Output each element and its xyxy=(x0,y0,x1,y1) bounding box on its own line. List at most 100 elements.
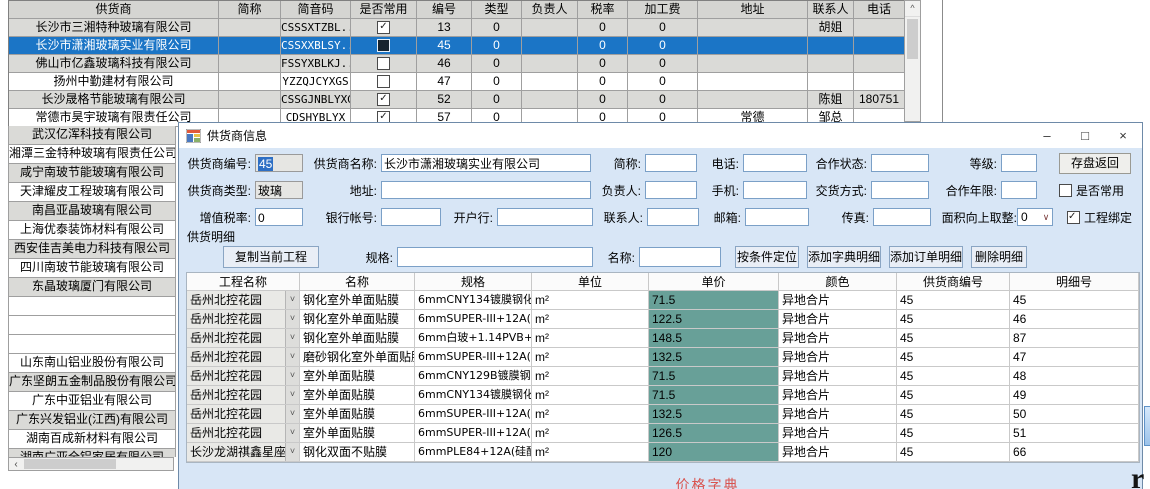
save-return-button[interactable]: 存盘返回 xyxy=(1059,153,1131,174)
list-item[interactable]: 湖南百成新材料有限公司 xyxy=(9,430,175,449)
project-combo-cell[interactable]: 岳州北控花园˅ xyxy=(187,291,300,310)
table-row[interactable]: 长沙市三湘特种玻璃有限公司CSSSXTZBL..13000胡姐 xyxy=(9,19,905,37)
grid-row[interactable]: 岳州北控花园˅室外单面贴膜6mmSUPER-III+12A(硅...m²132.… xyxy=(187,405,1139,424)
grid-row[interactable]: 岳州北控花园˅钢化室外单面贴膜6mmSUPER-III+12A(硅...m²12… xyxy=(187,310,1139,329)
list-item[interactable]: 天津耀皮工程玻璃有限公司 xyxy=(9,183,175,202)
project-combo-cell[interactable]: 岳州北控花园˅ xyxy=(187,329,300,348)
delete-detail-button[interactable]: 删除明细 xyxy=(971,246,1027,268)
minimize-button[interactable]: – xyxy=(1028,124,1066,148)
bank-account-field[interactable] xyxy=(381,208,441,226)
table-row[interactable]: 长沙晟格节能玻璃有限公司CSSGJNBLYXGS52000陈姐180751 xyxy=(9,91,905,109)
list-item[interactable]: 山东南山铝业股份有限公司 xyxy=(9,354,175,373)
table-row[interactable]: 扬州中勤建材有限公司YZZQJCYXGS47000 xyxy=(9,73,905,91)
project-bind-checkbox[interactable]: 工程绑定 xyxy=(1067,209,1132,226)
supplier-no-field[interactable]: 45 xyxy=(255,154,303,172)
short-name-field[interactable] xyxy=(645,154,697,172)
list-item[interactable]: 西安佳吉美电力科技有限公司 xyxy=(9,240,175,259)
list-item[interactable]: 四川南玻节能玻璃有限公司 xyxy=(9,259,175,278)
list-item[interactable]: 湘潭三金特种玻璃有限责任公司 xyxy=(9,145,175,164)
manager-field[interactable] xyxy=(645,181,697,199)
common-checkbox-cell[interactable] xyxy=(351,19,417,37)
scrollbar-thumb[interactable] xyxy=(907,19,918,59)
list-item[interactable]: 广东中亚铝业有限公司 xyxy=(9,392,175,411)
grid-row[interactable]: 长沙龙湖祺鑫星座˅钢化双面不贴膜6mmPLE84+12A(硅酮胶...m²120… xyxy=(187,443,1139,462)
project-combo-cell[interactable]: 长沙龙湖祺鑫星座˅ xyxy=(187,443,300,462)
supplier-name-field[interactable]: 长沙市潇湘玻璃实业有限公司 xyxy=(381,154,591,172)
copy-current-project-button[interactable]: 复制当前工程 xyxy=(223,246,319,268)
chevron-down-icon[interactable]: ˅ xyxy=(285,443,299,461)
area-roundup-select[interactable]: 0∨ xyxy=(1017,208,1053,226)
common-checkbox[interactable] xyxy=(377,93,390,106)
common-checkbox-cell[interactable] xyxy=(351,91,417,109)
list-item[interactable]: 东晶玻璃厦门有限公司 xyxy=(9,278,175,297)
scroll-left-icon[interactable]: ‹ xyxy=(9,459,23,470)
common-checkbox[interactable] xyxy=(377,75,390,88)
project-combo-cell[interactable]: 岳州北控花园˅ xyxy=(187,367,300,386)
common-checkbox[interactable] xyxy=(377,39,390,52)
grid-cell-price[interactable]: 71.5 xyxy=(649,291,779,310)
chevron-down-icon[interactable]: ˅ xyxy=(285,386,299,404)
maximize-button[interactable]: □ xyxy=(1066,124,1104,148)
list-item[interactable]: 上海优泰装饰材料有限公司 xyxy=(9,221,175,240)
scrollbar-thumb[interactable] xyxy=(24,459,116,469)
checkbox-icon[interactable] xyxy=(1059,184,1072,197)
project-combo-cell[interactable]: 岳州北控花园˅ xyxy=(187,348,300,367)
grid-cell-price[interactable]: 71.5 xyxy=(649,367,779,386)
grid-cell-price[interactable]: 126.5 xyxy=(649,424,779,443)
grid-cell-price[interactable]: 120 xyxy=(649,443,779,462)
list-item[interactable]: 南昌亚晶玻璃有限公司 xyxy=(9,202,175,221)
list-item[interactable] xyxy=(9,316,175,335)
add-dictionary-detail-button[interactable]: 添加字典明细 xyxy=(807,246,881,268)
common-checkbox[interactable] xyxy=(377,57,390,70)
project-combo-cell[interactable]: 岳州北控花园˅ xyxy=(187,310,300,329)
vat-rate-field[interactable]: 0 xyxy=(255,208,303,226)
phone-field[interactable] xyxy=(743,154,807,172)
grade-field[interactable] xyxy=(1001,154,1037,172)
checkbox-icon[interactable] xyxy=(1067,211,1080,224)
list-item[interactable]: 咸宁南玻节能玻璃有限公司 xyxy=(9,164,175,183)
grid-row[interactable]: 岳州北控花园˅室外单面贴膜6mmCNY129B镀膜钢化m²71.5异地合片454… xyxy=(187,367,1139,386)
common-checkbox-cell[interactable] xyxy=(351,73,417,91)
common-checkbox-cell[interactable] xyxy=(351,55,417,73)
grid-cell-price[interactable]: 122.5 xyxy=(649,310,779,329)
add-order-detail-button[interactable]: 添加订单明细 xyxy=(889,246,963,268)
bank-field[interactable] xyxy=(497,208,593,226)
list-item[interactable]: 广东兴发铝业(江西)有限公司 xyxy=(9,411,175,430)
fax-field[interactable] xyxy=(873,208,931,226)
chevron-down-icon[interactable]: ˅ xyxy=(285,310,299,328)
grid-row[interactable]: 岳州北控花园˅钢化室外单面贴膜6mmCNY134镀膜钢化m²71.5异地合片45… xyxy=(187,291,1139,310)
list-item[interactable] xyxy=(9,297,175,316)
scroll-up-icon[interactable]: ^ xyxy=(905,1,920,17)
table-row[interactable]: 长沙市潇湘玻璃实业有限公司CSSXXBLSY..45000 xyxy=(9,37,905,55)
common-checkbox[interactable] xyxy=(377,21,390,34)
email-field[interactable] xyxy=(745,208,809,226)
grid-cell-price[interactable]: 148.5 xyxy=(649,329,779,348)
project-combo-cell[interactable]: 岳州北控花园˅ xyxy=(187,424,300,443)
common-checkbox-cell[interactable] xyxy=(351,37,417,55)
contact-field[interactable] xyxy=(647,208,699,226)
table-row[interactable]: 佛山市亿鑫玻璃科技有限公司FSSYXBLKJ..46000 xyxy=(9,55,905,73)
close-button[interactable]: × xyxy=(1104,124,1142,148)
coop-years-field[interactable] xyxy=(1001,181,1037,199)
list-item[interactable]: 武汉亿浑科技有限公司 xyxy=(9,126,175,145)
chevron-down-icon[interactable]: ˅ xyxy=(285,329,299,347)
grid-row[interactable]: 岳州北控花园˅磨砂钢化室外单面贴膜6mmSUPER-III+12A(硅...m²… xyxy=(187,348,1139,367)
list-item[interactable]: 广东坚朗五金制品股份有限公司 xyxy=(9,373,175,392)
grid-row[interactable]: 岳州北控花园˅室外单面贴膜6mmSUPER-III+12A(硅...m²126.… xyxy=(187,424,1139,443)
project-combo-cell[interactable]: 岳州北控花园˅ xyxy=(187,386,300,405)
chevron-down-icon[interactable]: ∨ xyxy=(1040,209,1052,225)
address-field[interactable] xyxy=(381,181,591,199)
chevron-down-icon[interactable]: ˅ xyxy=(285,405,299,423)
table-vertical-scrollbar[interactable]: ^ xyxy=(904,0,921,122)
locate-by-condition-button[interactable]: 按条件定位 xyxy=(735,246,799,268)
dialog-titlebar[interactable]: 供货商信息 – □ × xyxy=(179,123,1142,148)
mobile-field[interactable] xyxy=(743,181,807,199)
chevron-down-icon[interactable]: ˅ xyxy=(285,367,299,385)
grid-cell-price[interactable]: 71.5 xyxy=(649,386,779,405)
chevron-down-icon[interactable]: ˅ xyxy=(285,348,299,366)
name-field[interactable] xyxy=(639,247,721,267)
list-horizontal-scrollbar[interactable]: ‹ xyxy=(8,457,174,471)
grid-row[interactable]: 岳州北控花园˅室外单面贴膜6mmCNY134镀膜钢化m²71.5异地合片4549 xyxy=(187,386,1139,405)
chevron-down-icon[interactable]: ˅ xyxy=(285,291,299,309)
delivery-field[interactable] xyxy=(871,181,929,199)
